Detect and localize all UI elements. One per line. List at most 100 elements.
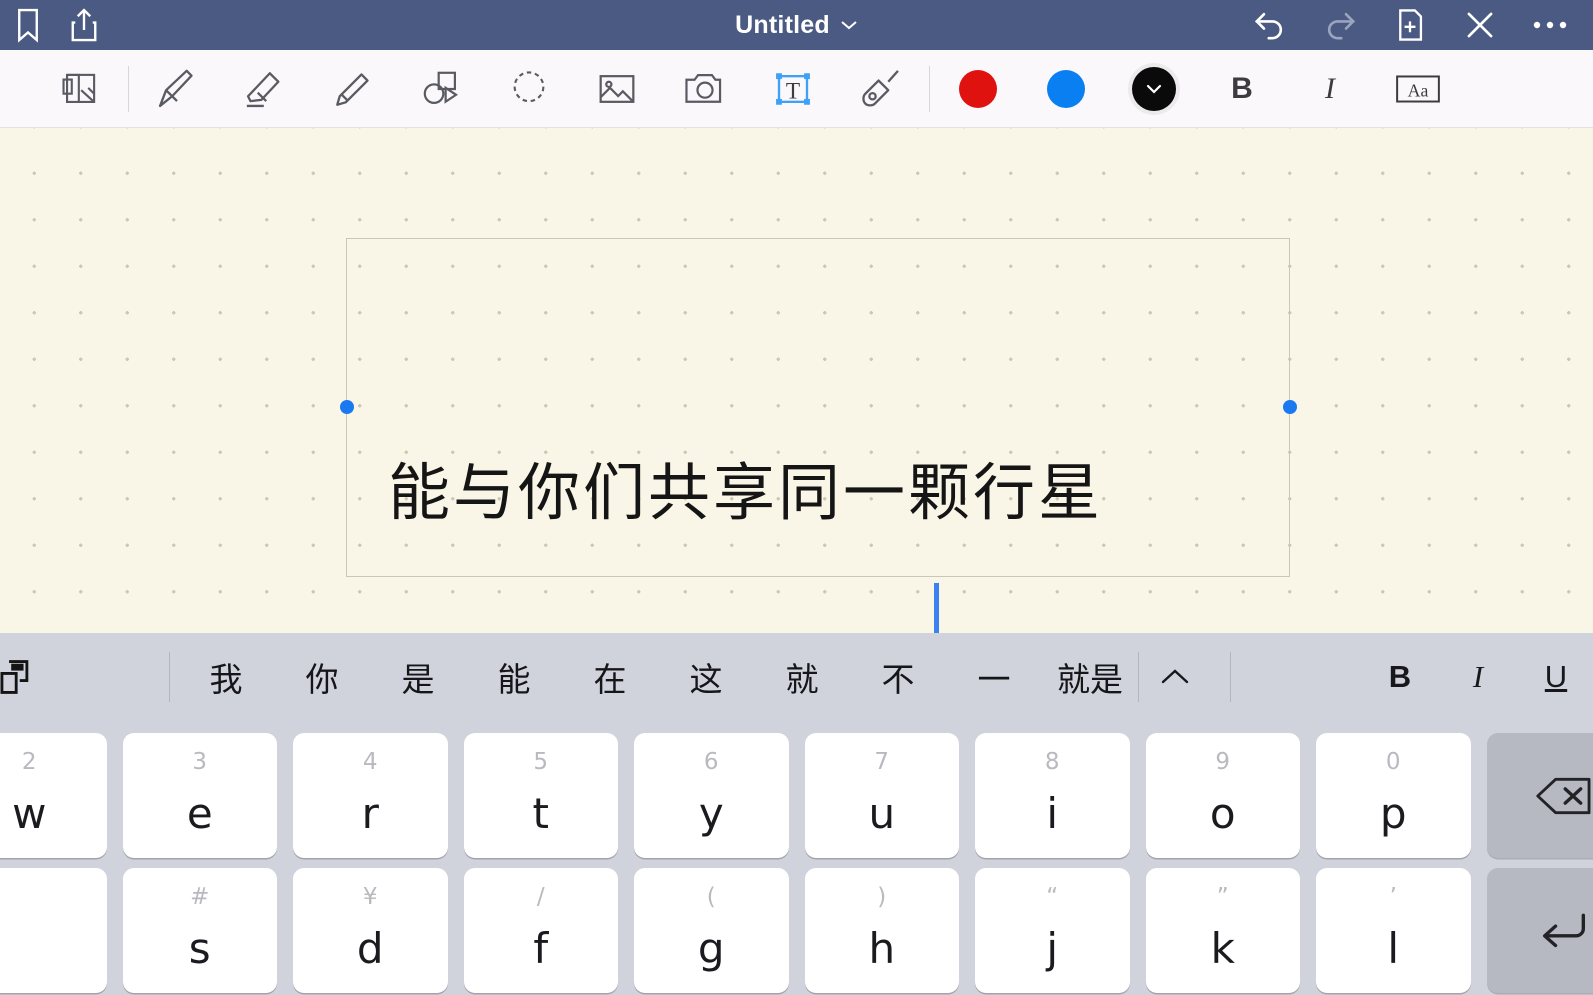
key-alt-label: 8 [1044,749,1060,775]
key-label: w [12,789,47,838]
add-page-icon[interactable] [1375,0,1445,50]
suggestion-list: 我 你 是 能 在 这 就 不 一 就是 [178,633,1231,720]
key-w[interactable]: 2 w [0,733,107,858]
text-caret [934,583,939,633]
key-u[interactable]: 7 u [804,733,959,858]
toolbar-divider-2 [929,65,930,112]
key-alt-label: 3 [192,749,208,775]
key-label: d [356,924,384,973]
image-tool[interactable] [573,50,661,128]
color-black[interactable] [1110,50,1198,128]
key-label: s [188,924,211,973]
shapes-tool[interactable] [397,50,485,128]
key-g[interactable]: ( g [634,868,789,993]
key-label: y [698,789,724,838]
suggestion-item[interactable]: 这 [658,653,754,701]
bookmark-icon[interactable] [0,0,56,50]
selection-handle-right[interactable] [1283,400,1297,414]
key-label: j [1046,924,1059,973]
suggestion-item[interactable]: 在 [562,653,658,701]
key-f[interactable]: / f [463,868,618,993]
suggestion-divider-left [169,652,170,702]
key-e[interactable]: 3 e [122,733,277,858]
keyboard-format-group: B I U [1385,633,1571,720]
suggestion-item[interactable]: 就是 [1042,653,1138,701]
suggestion-item[interactable]: 我 [178,653,274,701]
key-label: t [532,789,549,838]
key-i[interactable]: 8 i [975,733,1130,858]
suggestion-item[interactable]: 一 [946,653,1042,701]
key-d[interactable]: ¥ d [293,868,448,993]
return-icon [1535,908,1593,954]
key-label: l [1387,924,1400,973]
camera-tool[interactable] [661,50,749,128]
suggestion-item[interactable]: 你 [274,653,370,701]
key-label: u [868,789,896,838]
selection-handle-left[interactable] [340,400,354,414]
key-label: e [186,789,213,838]
key-label: h [868,924,896,973]
keyboard-underline-button[interactable]: U [1541,659,1571,695]
suggestion-item[interactable]: 能 [466,653,562,701]
key-r[interactable]: 4 r [293,733,448,858]
key-label: k [1210,924,1235,973]
close-icon[interactable] [1445,0,1515,50]
svg-text:Aa: Aa [1408,80,1429,100]
page-tool[interactable] [36,50,124,128]
note-line: 能与你们共享同一颗行星 [388,456,1104,529]
document-title[interactable]: Untitled [735,11,830,40]
note-canvas[interactable]: 能与你们共享同一颗行星 和同一段时光 是我的荣幸;） [0,128,1593,633]
key-backspace[interactable] [1486,733,1593,858]
color-red[interactable] [934,50,1022,128]
key-o[interactable]: 9 o [1145,733,1300,858]
key-l[interactable]: ’ l [1316,868,1471,993]
lasso-tool[interactable] [485,50,573,128]
key-j[interactable]: “ j [975,868,1130,993]
laser-tool[interactable] [837,50,925,128]
key-y[interactable]: 6 y [634,733,789,858]
key-alt-label: ’ [1389,884,1397,910]
keyboard-switch-icon[interactable] [0,654,38,700]
key-return[interactable] [1486,868,1593,993]
key-a-partial[interactable] [0,868,107,993]
suggestion-divider-mid [1138,652,1139,702]
italic-button[interactable]: I [1286,50,1374,128]
bold-button[interactable]: B [1198,50,1286,128]
key-alt-label: / [536,884,545,910]
key-k[interactable]: ” k [1145,868,1300,993]
text-tool[interactable]: T [749,50,837,128]
keyboard-bold-button[interactable]: B [1385,659,1415,695]
note-app-window: Untitled T B I Aa 能与你们共享同一颗行星 我 你 是 能 在 … [0,0,1593,995]
color-blue[interactable] [1022,50,1110,128]
pen-tool[interactable] [133,50,221,128]
suggestion-item[interactable]: 是 [370,653,466,701]
svg-text:T: T [786,78,800,104]
handwritten-note-text[interactable]: 能与你们共享同一颗行星 和同一段时光 是我的荣幸;） [388,273,1268,633]
toolbar-divider-1 [128,65,129,112]
chevron-up-icon[interactable] [1138,667,1212,687]
undo-icon[interactable] [1235,0,1305,50]
share-icon[interactable] [56,0,112,50]
key-t[interactable]: 5 t [463,733,618,858]
suggestion-item[interactable]: 就 [754,653,850,701]
redo-icon[interactable] [1305,0,1375,50]
top-bar: Untitled [0,0,1593,50]
key-p[interactable]: 0 p [1316,733,1471,858]
highlighter-tool[interactable] [309,50,397,128]
suggestion-bar: 我 你 是 能 在 这 就 不 一 就是 B I U [0,633,1593,720]
key-h[interactable]: ) h [804,868,959,993]
on-screen-keyboard: 我 你 是 能 在 这 就 不 一 就是 B I U 2 w 3 e 4 r 5… [0,633,1593,995]
eraser-tool[interactable] [221,50,309,128]
font-button[interactable]: Aa [1374,50,1462,128]
key-alt-label: 7 [874,749,890,775]
keyboard-italic-button[interactable]: I [1463,659,1493,695]
suggestion-divider-right [1230,652,1231,702]
key-s[interactable]: # s [122,868,277,993]
suggestion-item[interactable]: 不 [850,653,946,701]
chevron-down-icon[interactable] [840,19,858,31]
backspace-icon [1533,774,1593,818]
key-label: o [1209,789,1236,838]
key-alt-label: ( [706,884,716,910]
more-icon[interactable] [1515,0,1585,50]
top-bar-right-group [1235,0,1585,50]
